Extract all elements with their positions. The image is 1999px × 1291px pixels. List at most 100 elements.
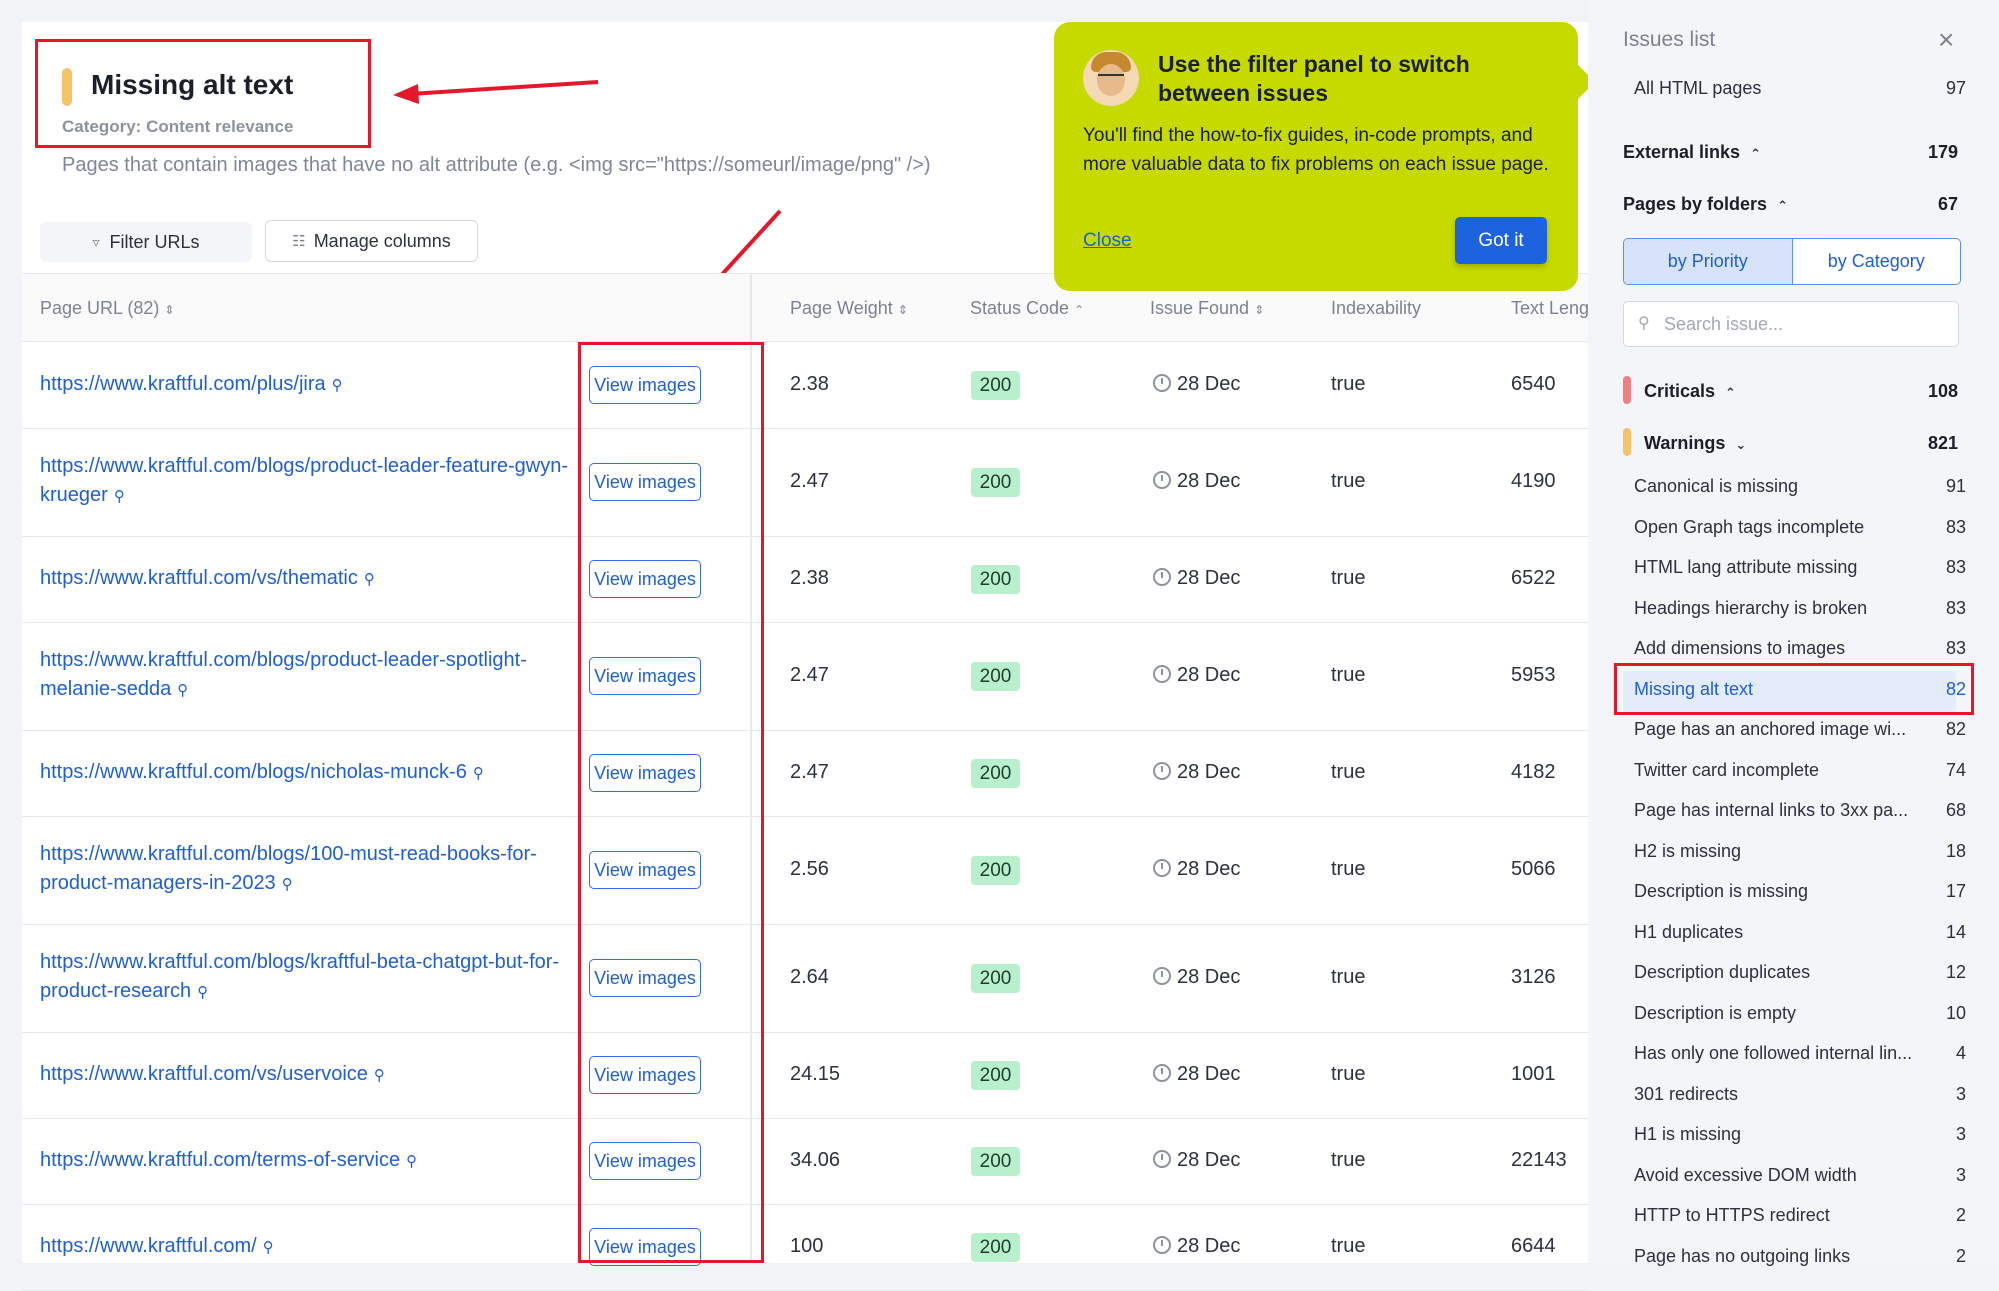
sidebar-issue-item[interactable]: Page has no outgoing links 2 <box>1634 1246 1966 1267</box>
indexability: true <box>1331 761 1366 783</box>
toggle-by-priority[interactable]: by Priority <box>1624 239 1793 284</box>
sidebar-issue-item[interactable]: Has only one followed internal lin... 4 <box>1634 1043 1966 1064</box>
search-icon: ⚲ <box>177 682 189 699</box>
text-length: 6540 <box>1511 373 1556 395</box>
indexability: true <box>1331 373 1366 395</box>
clock-icon <box>1153 471 1171 489</box>
col-header-found[interactable]: Issue Found ⇕ <box>1150 298 1264 319</box>
page-url-link[interactable]: https://www.kraftful.com/vs/uservoice ⚲ <box>40 1060 580 1090</box>
sidebar-issue-item[interactable]: H2 is missing 18 <box>1634 841 1966 862</box>
page-url-link[interactable]: https://www.kraftful.com/blogs/product-l… <box>40 452 580 511</box>
sidebar-group-external[interactable]: External links ⌃ 179 <box>1623 142 1958 163</box>
page-url-link[interactable]: https://www.kraftful.com/blogs/nicholas-… <box>40 758 580 788</box>
table-row: https://www.kraftful.com/blogs/100-must-… <box>22 816 1588 925</box>
status-badge: 200 <box>971 856 1020 885</box>
clock-icon <box>1153 568 1171 586</box>
tooltip-close-link[interactable]: Close <box>1083 230 1132 252</box>
chevron-down-icon: ⌄ <box>1735 437 1747 452</box>
sidebar-issue-item[interactable]: Avoid excessive DOM width 3 <box>1634 1165 1966 1186</box>
page-url-link[interactable]: https://www.kraftful.com/blogs/product-l… <box>40 646 580 705</box>
status-badge: 200 <box>971 371 1020 400</box>
status-badge: 200 <box>971 565 1020 594</box>
indexability: true <box>1331 1149 1366 1171</box>
col-header-text-length[interactable]: Text Leng <box>1511 298 1589 319</box>
page-url-link[interactable]: https://www.kraftful.com/terms-of-servic… <box>40 1146 580 1176</box>
sidebar-group-criticals[interactable]: Criticals ⌃ 108 <box>1644 381 1958 402</box>
table-row: https://www.kraftful.com/plus/jira ⚲ View … <box>22 342 1588 429</box>
col-header-weight[interactable]: Page Weight ⇕ <box>790 298 908 319</box>
issues-sidebar <box>1588 0 1999 1263</box>
page-weight: 2.47 <box>790 470 829 492</box>
search-icon: ⚲ <box>373 1067 385 1084</box>
sidebar-issue-item[interactable]: Description is missing 17 <box>1634 881 1966 902</box>
chevron-up-icon: ⌃ <box>1777 198 1788 213</box>
search-icon: ⚲ <box>197 984 209 1001</box>
status-badge: 200 <box>971 468 1020 497</box>
issue-found: 28 Dec <box>1153 470 1240 493</box>
clock-icon <box>1153 1064 1171 1082</box>
page-weight: 2.47 <box>790 664 829 686</box>
close-icon[interactable]: × <box>1938 24 1954 56</box>
manage-columns-label: Manage columns <box>313 230 451 251</box>
page-url-link[interactable]: https://www.kraftful.com/blogs/kraftful-… <box>40 948 580 1007</box>
issue-found: 28 Dec <box>1153 1149 1240 1172</box>
sidebar-issue-item[interactable]: Open Graph tags incomplete 83 <box>1634 517 1966 538</box>
indexability: true <box>1331 470 1366 492</box>
highlight-buttons-box <box>578 342 764 1263</box>
col-header-status[interactable]: Status Code ⌃ <box>970 298 1084 319</box>
issue-found: 28 Dec <box>1153 966 1240 989</box>
sidebar-issue-item[interactable]: Canonical is missing 91 <box>1634 476 1966 497</box>
page-weight: 34.06 <box>790 1149 841 1171</box>
critical-marker <box>1623 376 1631 404</box>
sidebar-item-all-pages[interactable]: All HTML pages 97 <box>1634 78 1966 99</box>
table-row: https://www.kraftful.com/⚲ View images 100… <box>22 1204 1588 1291</box>
view-toggle: by Priority by Category <box>1623 238 1961 285</box>
sidebar-issue-item[interactable]: Description is empty 10 <box>1634 1003 1966 1024</box>
text-length: 5953 <box>1511 664 1556 686</box>
clock-icon <box>1153 1236 1171 1254</box>
issue-found: 28 Dec <box>1153 1235 1240 1258</box>
page-url-link[interactable]: https://www.kraftful.com/⚲ <box>40 1232 580 1262</box>
clock-icon <box>1153 1150 1171 1168</box>
highlight-sidebar-box <box>1614 663 1974 715</box>
sidebar-issue-item[interactable]: H1 is missing 3 <box>1634 1124 1966 1145</box>
page-url-link[interactable]: https://www.kraftful.com/blogs/100-must-… <box>40 840 580 899</box>
page-url-link[interactable]: https://www.kraftful.com/vs/thematic ⚲ <box>40 564 580 594</box>
sidebar-issue-item[interactable]: 301 redirects 3 <box>1634 1084 1966 1105</box>
page-weight: 24.15 <box>790 1063 841 1085</box>
issue-found: 28 Dec <box>1153 761 1240 784</box>
table-row: https://www.kraftful.com/blogs/product-l… <box>22 622 1588 731</box>
sidebar-issue-item[interactable]: Description duplicates 12 <box>1634 962 1966 983</box>
page-url-link[interactable]: https://www.kraftful.com/plus/jira ⚲ <box>40 370 580 400</box>
page-weight: 2.38 <box>790 373 829 395</box>
col-header-indexability[interactable]: Indexability <box>1331 298 1421 319</box>
sidebar-group-warnings[interactable]: Warnings ⌄ 821 <box>1644 433 1958 454</box>
text-length: 3126 <box>1511 966 1556 988</box>
warning-marker <box>1623 428 1631 456</box>
sidebar-issue-item[interactable]: HTML lang attribute missing 83 <box>1634 557 1966 578</box>
sidebar-issue-item[interactable]: Page has internal links to 3xx pa... 68 <box>1634 800 1966 821</box>
sidebar-issue-item[interactable]: Add dimensions to images 83 <box>1634 638 1966 659</box>
got-it-button[interactable]: Got it <box>1455 217 1547 264</box>
status-badge: 200 <box>971 964 1020 993</box>
sidebar-issue-item[interactable]: Twitter card incomplete 74 <box>1634 760 1966 781</box>
filter-urls-button[interactable]: ▿ Filter URLs <box>40 222 252 262</box>
sidebar-issue-item[interactable]: H1 duplicates 14 <box>1634 922 1966 943</box>
columns-icon: ☷ <box>292 233 306 250</box>
search-icon: ⚲ <box>406 1153 418 1170</box>
filter-urls-label: Filter URLs <box>109 231 200 252</box>
issue-found: 28 Dec <box>1153 858 1240 881</box>
toggle-by-category[interactable]: by Category <box>1793 239 1961 284</box>
manage-columns-button[interactable]: ☷ Manage columns <box>265 220 478 262</box>
sidebar-group-folders[interactable]: Pages by folders ⌃ 67 <box>1623 194 1958 215</box>
status-badge: 200 <box>971 1233 1020 1262</box>
search-input[interactable]: ⚲ Search issue... <box>1623 301 1959 347</box>
sidebar-issue-item[interactable]: Page has an anchored image wi... 82 <box>1634 719 1966 740</box>
col-header-url[interactable]: Page URL (82) ⇕ <box>40 298 174 319</box>
sidebar-issue-item[interactable]: HTTP to HTTPS redirect 2 <box>1634 1205 1966 1226</box>
sidebar-title: Issues list <box>1623 28 1716 51</box>
arrow-line-title <box>409 80 599 96</box>
indexability: true <box>1331 1063 1366 1085</box>
sidebar-issue-item[interactable]: Headings hierarchy is broken 83 <box>1634 598 1966 619</box>
clock-icon <box>1153 374 1171 392</box>
